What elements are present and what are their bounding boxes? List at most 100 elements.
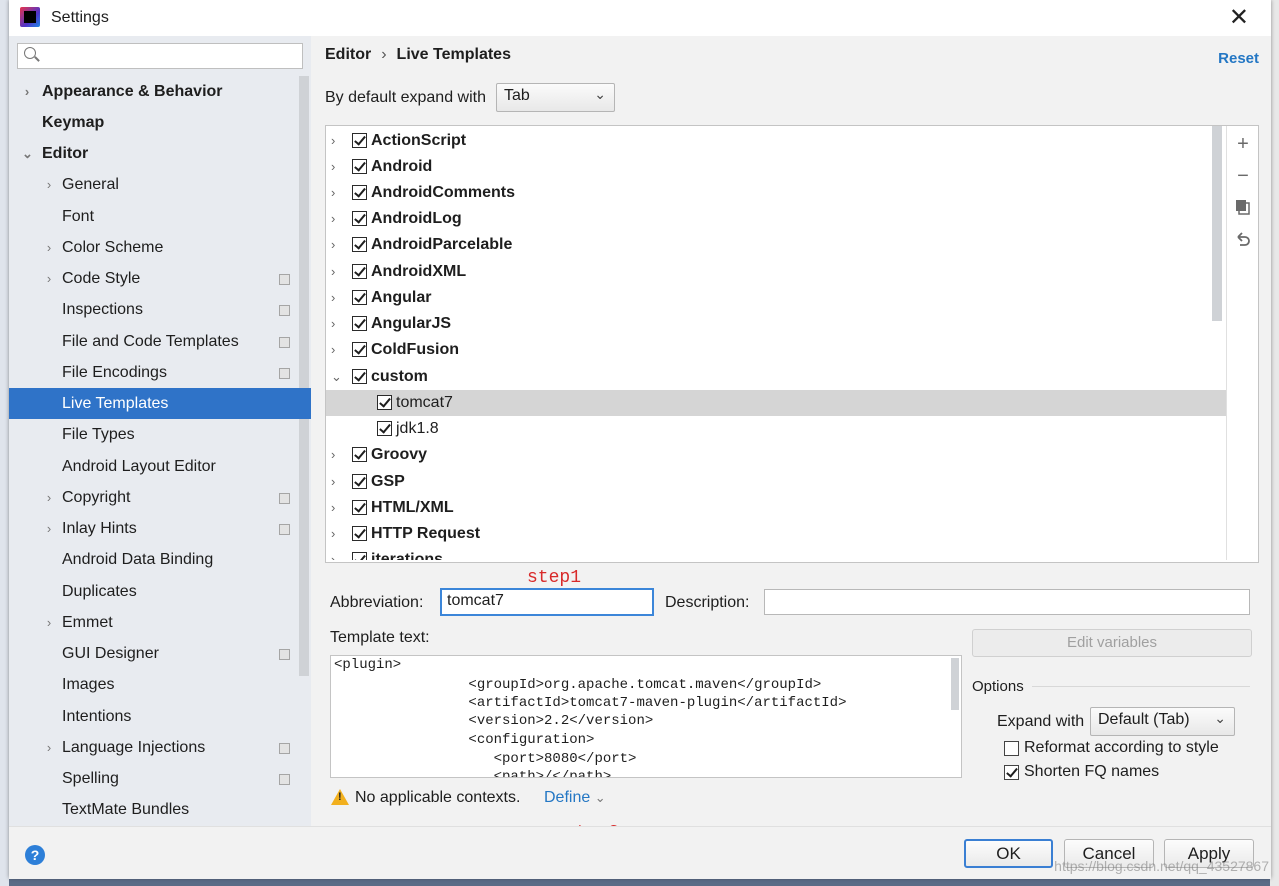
template-group-row[interactable]: › AngularJS [326, 311, 1226, 337]
shorten-fq-checkbox[interactable] [1004, 765, 1019, 780]
chevron-right-icon[interactable]: › [331, 495, 341, 521]
template-group-row[interactable]: › AndroidParcelable [326, 232, 1226, 258]
chevron-right-icon[interactable]: › [331, 206, 341, 232]
add-icon[interactable]: + [1233, 134, 1253, 154]
sidebar-item-keymap[interactable]: Keymap [9, 107, 311, 138]
template-item-row-jdk18[interactable]: jdk1.8 [326, 416, 1226, 442]
template-item-row-tomcat7[interactable]: tomcat7 [326, 390, 1226, 416]
sidebar-item-inspections[interactable]: Inspections [9, 294, 311, 325]
copy-icon[interactable] [1233, 198, 1253, 218]
template-text-scrollbar[interactable] [951, 658, 959, 710]
chevron-right-icon[interactable]: › [331, 442, 341, 468]
chevron-right-icon[interactable]: › [22, 76, 32, 107]
sidebar-item-language-injections[interactable]: › Language Injections [9, 732, 311, 763]
template-text-editor[interactable]: <plugin> <groupId>org.apache.tomcat.mave… [330, 655, 962, 778]
template-group-row[interactable]: › GSP [326, 469, 1226, 495]
sidebar-item-images[interactable]: Images [9, 669, 311, 700]
template-group-row[interactable]: › Angular [326, 285, 1226, 311]
settings-search[interactable] [17, 43, 303, 69]
reset-link[interactable]: Reset [1218, 50, 1259, 67]
chevron-right-icon[interactable]: › [331, 180, 341, 206]
sidebar-item-copyright[interactable]: › Copyright [9, 482, 311, 513]
search-input[interactable] [44, 46, 298, 66]
group-checkbox[interactable] [352, 133, 367, 148]
chevron-right-icon[interactable]: › [331, 337, 341, 363]
group-checkbox[interactable] [352, 316, 367, 331]
expand-with-dropdown[interactable]: Tab ⌄ [496, 83, 615, 112]
sidebar-item-android-layout-editor[interactable]: Android Layout Editor [9, 451, 311, 482]
reformat-checkbox[interactable] [1004, 741, 1019, 756]
group-checkbox[interactable] [352, 474, 367, 489]
chevron-right-icon[interactable]: › [331, 259, 341, 285]
chevron-right-icon[interactable]: › [331, 521, 341, 547]
define-contexts-link[interactable]: Define ⌄ [544, 789, 606, 807]
sidebar-item-spelling[interactable]: Spelling [9, 763, 311, 794]
group-checkbox[interactable] [352, 185, 367, 200]
restore-icon[interactable] [1233, 230, 1253, 250]
group-checkbox[interactable] [352, 237, 367, 252]
template-group-row[interactable]: › AndroidComments [326, 180, 1226, 206]
chevron-right-icon[interactable]: › [331, 311, 341, 337]
sidebar-item-appearance-behavior[interactable]: › Appearance & Behavior [9, 76, 311, 107]
chevron-down-icon[interactable]: ⌄ [22, 138, 33, 169]
sidebar-item-live-templates[interactable]: Live Templates [9, 388, 311, 419]
template-group-row[interactable]: › HTTP Request [326, 521, 1226, 547]
group-checkbox[interactable] [352, 211, 367, 226]
sidebar-item-textmate-bundles[interactable]: TextMate Bundles [9, 794, 311, 825]
expand-with-option-dropdown[interactable]: Default (Tab) ⌄ [1090, 707, 1235, 736]
group-checkbox[interactable] [352, 290, 367, 305]
chevron-right-icon[interactable]: › [44, 513, 54, 544]
ok-button[interactable]: OK [964, 839, 1053, 868]
sidebar-item-file-encodings[interactable]: File Encodings [9, 357, 311, 388]
template-group-row[interactable]: › AndroidXML [326, 259, 1226, 285]
sidebar-item-android-data-binding[interactable]: Android Data Binding [9, 544, 311, 575]
template-group-row-custom[interactable]: ⌄ custom [326, 364, 1226, 390]
chevron-right-icon[interactable]: › [44, 732, 54, 763]
chevron-right-icon[interactable]: › [44, 232, 54, 263]
sidebar-item-emmet[interactable]: › Emmet [9, 607, 311, 638]
template-checkbox[interactable] [377, 395, 392, 410]
chevron-down-icon[interactable]: ⌄ [331, 364, 342, 390]
sidebar-item-general[interactable]: › General [9, 169, 311, 200]
sidebar-item-color-scheme[interactable]: › Color Scheme [9, 232, 311, 263]
edit-variables-button[interactable]: Edit variables [972, 629, 1252, 657]
group-checkbox[interactable] [352, 500, 367, 515]
chevron-right-icon[interactable]: › [331, 232, 341, 258]
reformat-label[interactable]: Reformat according to style [1024, 739, 1219, 757]
group-checkbox[interactable] [352, 159, 367, 174]
sidebar-item-duplicates[interactable]: Duplicates [9, 576, 311, 607]
template-checkbox[interactable] [377, 421, 392, 436]
template-group-row[interactable]: › Android [326, 154, 1226, 180]
group-checkbox[interactable] [352, 447, 367, 462]
templates-scrollbar[interactable] [1212, 126, 1222, 321]
group-checkbox[interactable] [352, 526, 367, 541]
group-checkbox[interactable] [352, 369, 367, 384]
sidebar-item-file-types[interactable]: File Types [9, 419, 311, 450]
template-group-row[interactable]: › ActionScript [326, 128, 1226, 154]
chevron-right-icon[interactable]: › [44, 482, 54, 513]
help-icon[interactable]: ? [25, 845, 45, 865]
chevron-right-icon[interactable]: › [331, 128, 341, 154]
sidebar-item-intentions[interactable]: Intentions [9, 701, 311, 732]
sidebar-item-editor[interactable]: ⌄ Editor [9, 138, 311, 169]
close-icon[interactable]: ✕ [1229, 3, 1249, 32]
sidebar-item-inlay-hints[interactable]: › Inlay Hints [9, 513, 311, 544]
template-group-row[interactable]: › Groovy [326, 442, 1226, 468]
chevron-right-icon[interactable]: › [44, 607, 54, 638]
description-field[interactable] [764, 589, 1250, 615]
sidebar-item-font[interactable]: Font [9, 201, 311, 232]
sidebar-item-file-code-templates[interactable]: File and Code Templates [9, 326, 311, 357]
breadcrumb-parent[interactable]: Editor [325, 46, 371, 63]
remove-icon[interactable]: − [1233, 166, 1253, 186]
group-checkbox[interactable] [352, 342, 367, 357]
chevron-right-icon[interactable]: › [44, 169, 54, 200]
group-checkbox[interactable] [352, 552, 367, 560]
template-group-row[interactable]: › iterations [326, 547, 1226, 560]
template-group-row[interactable]: › ColdFusion [326, 337, 1226, 363]
sidebar-item-gui-designer[interactable]: GUI Designer [9, 638, 311, 669]
chevron-right-icon[interactable]: › [44, 263, 54, 294]
group-checkbox[interactable] [352, 264, 367, 279]
template-group-row[interactable]: › HTML/XML [326, 495, 1226, 521]
chevron-right-icon[interactable]: › [331, 154, 341, 180]
chevron-right-icon[interactable]: › [331, 469, 341, 495]
